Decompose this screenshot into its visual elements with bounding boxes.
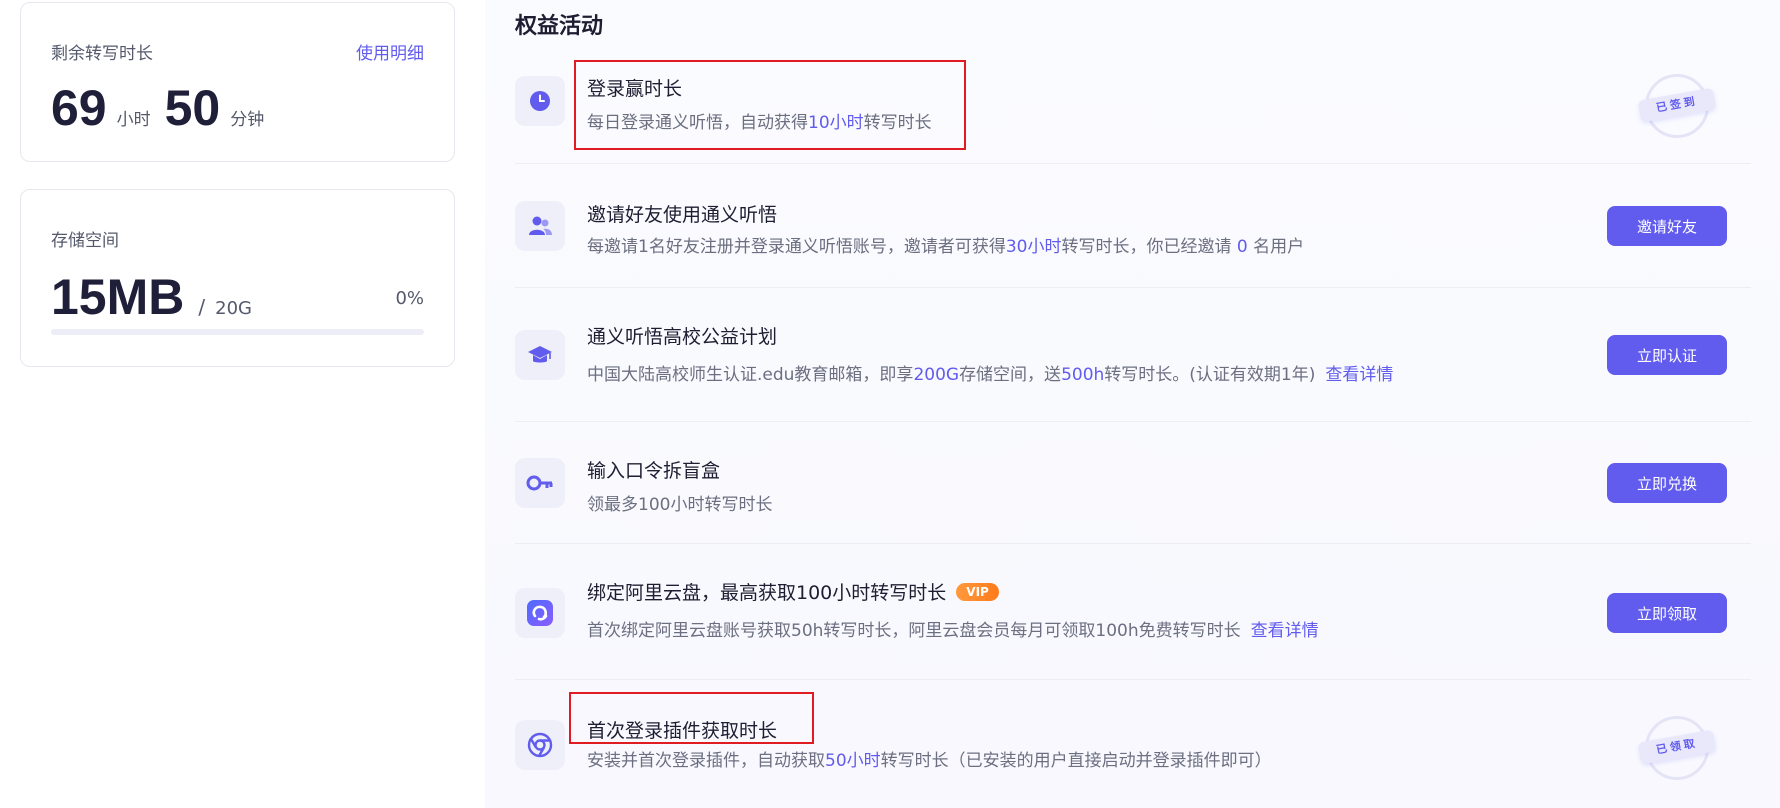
storage-used: 15MB (51, 269, 185, 325)
claim-now-button[interactable]: 立即领取 (1607, 593, 1727, 633)
minutes-unit: 分钟 (230, 110, 265, 130)
remaining-time-value: 69 小时 50 分钟 (51, 79, 278, 137)
minutes-value: 50 (164, 80, 221, 136)
storage-progress-bar (51, 329, 424, 335)
benefit-row-university: 通义听悟高校公益计划 中国大陆高校师生认证.edu教育邮箱，即享200G存储空间… (515, 288, 1751, 422)
benefit-title: 输入口令拆盲盒 (587, 460, 721, 482)
remaining-time-title: 剩余转写时长 (51, 44, 153, 64)
benefits-panel: 权益活动 登录赢时长 每日登录通义听悟，自动获得10小时转写时长 已签到 邀请好… (485, 0, 1780, 808)
benefits-title: 权益活动 (515, 14, 604, 39)
storage-percent: 0% (395, 288, 424, 309)
claimed-stamp: 已领取 (1637, 710, 1717, 786)
usage-details-link[interactable]: 使用明细 (356, 39, 424, 64)
vip-badge: VIP (956, 583, 999, 601)
storage-capacity: 20G (215, 298, 252, 319)
benefit-icon-wrap (515, 201, 565, 251)
benefit-icon-wrap (515, 76, 565, 126)
verify-now-button[interactable]: 立即认证 (1607, 335, 1727, 375)
benefit-row-plugin: 首次登录插件获取时长 安装并首次登录插件，自动获取50小时转写时长（已安装的用户… (515, 680, 1751, 808)
view-details-link[interactable]: 查看详情 (1325, 365, 1393, 385)
remaining-time-card: 剩余转写时长 使用明细 69 小时 50 分钟 (20, 2, 455, 162)
benefit-title: 绑定阿里云盘，最高获取100小时转写时长 VIP (587, 578, 999, 605)
storage-separator: / (198, 295, 206, 319)
benefit-icon-wrap (515, 588, 565, 638)
clock-icon (530, 91, 550, 111)
users-icon (529, 216, 552, 235)
redeem-now-button[interactable]: 立即兑换 (1607, 463, 1727, 503)
graduation-cap-icon (528, 346, 552, 363)
benefit-desc: 每日登录通义听悟，自动获得10小时转写时长 (587, 113, 932, 133)
storage-card: 存储空间 15MB / 20G 0% (20, 189, 455, 367)
benefit-desc: 安装并首次登录插件，自动获取50小时转写时长（已安装的用户直接启动并登录插件即可… (587, 751, 1272, 771)
storage-title: 存储空间 (51, 231, 119, 251)
benefit-desc: 首次绑定阿里云盘账号获取50h转写时长，阿里云盘会员每月可领取100h免费转写时… (587, 621, 1319, 641)
benefit-desc: 每邀请1名好友注册并登录通义听悟账号，邀请者可获得30小时转写时长，你已经邀请 … (587, 237, 1305, 257)
benefit-icon-wrap (515, 720, 565, 770)
benefit-title: 邀请好友使用通义听悟 (587, 204, 778, 226)
benefit-icon-wrap (515, 330, 565, 380)
hours-value: 69 (51, 80, 107, 136)
benefit-row-aliyun-drive: 绑定阿里云盘，最高获取100小时转写时长 VIP 首次绑定阿里云盘账号获取50h转… (515, 544, 1751, 680)
benefit-row-invite: 邀请好友使用通义听悟 每邀请1名好友注册并登录通义听悟账号，邀请者可获得30小时… (515, 164, 1751, 288)
chrome-icon (527, 732, 553, 758)
benefit-row-code: 输入口令拆盲盒 领最多100小时转写时长 立即兑换 (515, 422, 1751, 544)
key-icon (526, 475, 553, 491)
aliyun-drive-icon (527, 600, 553, 626)
benefit-title: 登录赢时长 (587, 78, 683, 100)
invite-friends-button[interactable]: 邀请好友 (1607, 206, 1727, 246)
benefit-row-login: 登录赢时长 每日登录通义听悟，自动获得10小时转写时长 已签到 (515, 40, 1751, 164)
benefit-desc: 中国大陆高校师生认证.edu教育邮箱，即享200G存储空间，送500h转写时长。… (587, 365, 1394, 385)
view-details-link[interactable]: 查看详情 (1251, 621, 1319, 641)
benefit-icon-wrap (515, 458, 565, 508)
benefit-title: 通义听悟高校公益计划 (587, 326, 778, 348)
benefit-desc: 领最多100小时转写时长 (587, 495, 773, 515)
signed-in-stamp: 已签到 (1637, 68, 1717, 144)
storage-value: 15MB / 20G (51, 268, 252, 326)
benefit-title: 首次登录插件获取时长 (587, 720, 778, 742)
hours-unit: 小时 (116, 110, 151, 130)
